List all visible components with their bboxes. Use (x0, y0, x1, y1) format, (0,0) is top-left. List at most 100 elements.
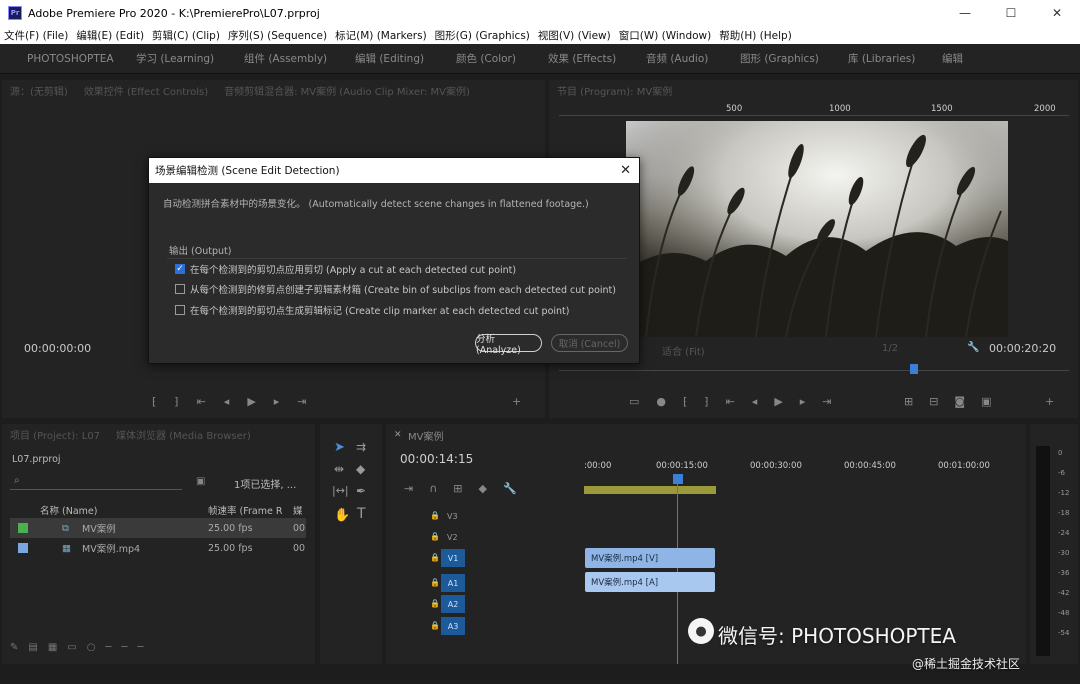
workspace-assembly[interactable]: 组件 (Assembly) (244, 51, 327, 66)
tab-timeline-sequence[interactable]: MV案例 (408, 428, 443, 443)
menu-clip[interactable]: 剪辑(C) (Clip) (148, 28, 224, 43)
menu-file[interactable]: 文件(F) (File) (0, 28, 72, 43)
workspace-color[interactable]: 颜色 (Color) (456, 51, 516, 66)
program-edit-controls[interactable]: ⊞⊟◙▣ (904, 395, 1008, 408)
ruler-label: 500 (726, 104, 743, 114)
project-search-input[interactable]: ⌕ (10, 474, 182, 490)
video-clip[interactable]: MV案例.mp4 [V] (585, 548, 715, 568)
track-select-tool-icon[interactable]: ⇉ (356, 440, 366, 454)
audio-clip[interactable]: MV案例.mp4 [A] (585, 572, 715, 592)
program-transport-controls[interactable]: ▭●⁅⁆⇤◂▶▸⇥ (629, 395, 849, 408)
sequence-icon: ⧉ (62, 522, 69, 534)
menu-help[interactable]: 帮助(H) (Help) (715, 28, 796, 43)
column-media[interactable]: 媒 (293, 503, 303, 517)
column-framerate[interactable]: 帧速率 (Frame R (208, 503, 282, 517)
track-label-a1[interactable]: A1 (441, 574, 465, 592)
timeline-playhead-icon[interactable] (673, 474, 683, 484)
lock-icon[interactable]: 🔒 (430, 511, 440, 520)
workspace-learning[interactable]: 学习 (Learning) (136, 51, 214, 66)
project-column-headers: 名称 (Name) 帧速率 (Frame R 媒 (10, 500, 306, 520)
meter-scale-label: -42 (1058, 589, 1070, 597)
timeline-close-icon[interactable]: ✕ (394, 430, 402, 440)
dialog-title: 场景编辑检测 (Scene Edit Detection) (149, 158, 639, 183)
menu-edit[interactable]: 编辑(E) (Edit) (72, 28, 148, 43)
minimize-button[interactable]: — (942, 0, 988, 26)
dialog-close-icon[interactable]: ✕ (620, 163, 631, 178)
lock-icon[interactable]: 🔒 (430, 621, 440, 630)
item-fps: 25.00 fps (208, 522, 253, 534)
tab-project[interactable]: 项目 (Project): L07 (2, 427, 108, 442)
source-transport-controls[interactable]: ⁅⁆⇤◂▶▸⇥ (152, 395, 325, 408)
project-row[interactable]: ⧉ MV案例 25.00 fps 00 (10, 518, 306, 538)
fit-dropdown[interactable]: 适合 (Fit) (662, 343, 705, 358)
work-area-bar[interactable] (584, 486, 716, 494)
razor-tool-icon[interactable]: ◆ (356, 462, 365, 476)
timeline-toolbar-icons[interactable]: ⇥∩⊞◆🔧 (404, 482, 533, 495)
tab-audio-clip-mixer[interactable]: 音频剪辑混合器: MV案例 (Audio Clip Mixer: MV案例) (216, 83, 478, 98)
option-create-marker[interactable]: 在每个检测到的剪切点生成剪辑标记 (Create clip marker at … (175, 303, 570, 317)
tab-effect-controls[interactable]: 效果控件 (Effect Controls) (76, 83, 216, 98)
item-name: MV案例.mp4 (82, 544, 141, 555)
maximize-button[interactable]: ☐ (988, 0, 1034, 26)
workspace-photoshoptea[interactable]: PHOTOSHOPTEA (27, 53, 114, 65)
premiere-app-icon: Pr (8, 6, 22, 20)
create-bin-checkbox[interactable] (175, 284, 185, 294)
meter-scale-label: -6 (1058, 469, 1065, 477)
workspace-editing-2[interactable]: 编辑 (942, 51, 963, 66)
track-label-v1[interactable]: V1 (441, 549, 465, 567)
program-timecode[interactable]: 00:00:20:20 (989, 342, 1056, 355)
menu-window[interactable]: 窗口(W) (Window) (615, 28, 716, 43)
close-window-button[interactable]: ✕ (1034, 0, 1080, 26)
ruler-label: 1000 (829, 104, 851, 114)
new-bin-icon[interactable]: ▣ (196, 476, 205, 487)
tab-program[interactable]: 节目 (Program): MV案例 (549, 83, 680, 98)
type-tool-icon[interactable]: T (357, 506, 366, 522)
program-add-button-icon[interactable]: + (1045, 395, 1054, 408)
timeline-ruler-label: 00:00:45:00 (844, 461, 896, 471)
analyze-button[interactable]: 分析 (Analyze) (475, 334, 542, 356)
track-label-a2[interactable]: A2 (441, 595, 465, 613)
ripple-edit-tool-icon[interactable]: ⇹ (334, 462, 344, 476)
project-footer-controls[interactable]: ✎▤▦▭○─── (10, 642, 154, 653)
lock-icon[interactable]: 🔒 (430, 599, 440, 608)
item-extra: 00 (293, 522, 306, 534)
lock-icon[interactable]: 🔒 (430, 532, 440, 541)
program-scrubber[interactable] (559, 370, 1069, 371)
lock-icon[interactable]: 🔒 (430, 553, 440, 562)
wrench-icon[interactable]: 🔧 (967, 342, 979, 353)
workspace-effects[interactable]: 效果 (Effects) (548, 51, 616, 66)
selection-tool-icon[interactable]: ➤ (334, 440, 345, 455)
hand-tool-icon[interactable]: ✋ (334, 508, 350, 523)
option-apply-cut[interactable]: ✓ 在每个检测到的剪切点应用剪切 (Apply a cut at each de… (175, 262, 516, 276)
cancel-button[interactable]: 取消 (Cancel) (551, 334, 628, 352)
create-marker-checkbox[interactable] (175, 305, 185, 315)
timeline-ruler[interactable]: :00:00 00:00:15:00 00:00:30:00 00:00:45:… (584, 454, 1014, 484)
meter-scale-label: -18 (1058, 509, 1070, 517)
quality-dropdown[interactable]: 1/2 (882, 343, 898, 354)
source-add-button-icon[interactable]: + (512, 395, 521, 408)
selection-info: 1项已选择, ... (234, 480, 297, 491)
column-name[interactable]: 名称 (Name) (40, 503, 97, 517)
menu-view[interactable]: 视图(V) (View) (534, 28, 615, 43)
apply-cut-checkbox[interactable]: ✓ (175, 264, 185, 274)
source-timecode[interactable]: 00:00:00:00 (24, 342, 91, 355)
timeline-timecode[interactable]: 00:00:14:15 (400, 452, 473, 466)
pen-tool-icon[interactable]: ✒ (356, 484, 366, 498)
workspace-audio[interactable]: 音频 (Audio) (646, 51, 708, 66)
lock-icon[interactable]: 🔒 (430, 578, 440, 587)
workspace-libraries[interactable]: 库 (Libraries) (848, 51, 915, 66)
watermark-juejin: @稀土掘金技术社区 (912, 657, 1021, 671)
option-create-bin[interactable]: 从每个检测到的修剪点创建子剪辑素材箱 (Create bin of subcli… (175, 282, 616, 296)
menu-markers[interactable]: 标记(M) (Markers) (331, 28, 431, 43)
workspace-editing[interactable]: 编辑 (Editing) (355, 51, 424, 66)
workspace-graphics[interactable]: 图形 (Graphics) (740, 51, 819, 66)
project-row[interactable]: ▦ MV案例.mp4 25.00 fps 00 (10, 538, 306, 558)
tab-source[interactable]: 源：(无剪辑) (2, 83, 76, 98)
playhead-icon[interactable] (910, 364, 918, 374)
menu-graphics[interactable]: 图形(G) (Graphics) (431, 28, 534, 43)
workspace-bar: PHOTOSHOPTEA 学习 (Learning) 组件 (Assembly)… (0, 44, 1080, 74)
tab-media-browser[interactable]: 媒体浏览器 (Media Browser) (108, 427, 259, 442)
track-label-a3[interactable]: A3 (441, 617, 465, 635)
menu-sequence[interactable]: 序列(S) (Sequence) (224, 28, 331, 43)
slip-tool-icon[interactable]: |↔| (332, 484, 349, 497)
